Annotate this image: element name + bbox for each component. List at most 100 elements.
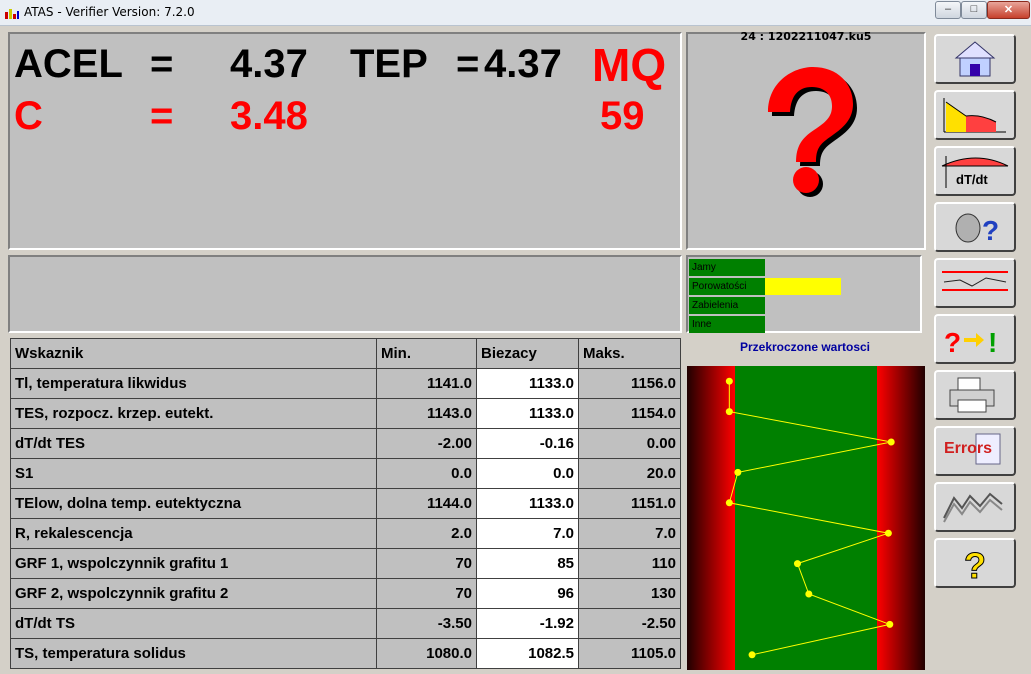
table-row: Tl, temperatura likwidus 1141.0 1133.0 1156… bbox=[10, 368, 681, 399]
table-row: TES, rozpocz. krzep. eutekt. 1143.0 1133.0… bbox=[10, 398, 681, 429]
row-max-cell: 130 bbox=[578, 578, 681, 609]
table-row: TS, temperatura solidus 1080.0 1082.5 1105.… bbox=[10, 638, 681, 669]
acel-value: 4.37 bbox=[230, 42, 308, 86]
row-max-cell: 7.0 bbox=[578, 518, 681, 549]
history-button[interactable] bbox=[934, 482, 1016, 532]
row-current-cell: 96 bbox=[476, 578, 579, 609]
c-eq: = bbox=[150, 94, 174, 138]
row-min-cell: 70 bbox=[376, 548, 477, 579]
header-name: Wskaznik bbox=[10, 338, 377, 369]
chart-point bbox=[725, 499, 733, 507]
chart-point bbox=[748, 651, 756, 659]
row-min-cell: 0.0 bbox=[376, 458, 477, 489]
defect-inne: Inne bbox=[689, 316, 765, 333]
limits-button[interactable] bbox=[934, 258, 1016, 308]
table-row: TElow, dolna temp. eutektyczna 1144.0 1133… bbox=[10, 488, 681, 519]
chart-point bbox=[805, 590, 813, 598]
svg-text:?: ? bbox=[982, 215, 999, 246]
maximize-button[interactable]: □ bbox=[961, 1, 987, 19]
row-max-cell: 1154.0 bbox=[578, 398, 681, 429]
message-panel bbox=[8, 255, 682, 333]
row-name-cell: TElow, dolna temp. eutektyczna bbox=[10, 488, 377, 519]
chart-point bbox=[734, 468, 742, 476]
mq-value: 59 bbox=[600, 94, 645, 138]
row-min-cell: 1143.0 bbox=[376, 398, 477, 429]
acel-label: ACEL bbox=[14, 42, 123, 86]
history-icon bbox=[943, 492, 1003, 523]
exceeded-values-chart bbox=[687, 366, 925, 670]
errors-button[interactable]: Errors bbox=[934, 426, 1016, 476]
chart-point bbox=[725, 408, 733, 416]
tep-eq: = bbox=[456, 42, 480, 86]
chart-point bbox=[887, 438, 895, 446]
svg-text:!: ! bbox=[988, 327, 997, 358]
results-table: Wskaznik Min. Biezacy Maks. Tl, temperat… bbox=[10, 338, 681, 669]
table-row: GRF 1, wspolczynnik grafitu 1 70 85 110 bbox=[10, 548, 681, 579]
defect-jamy: Jamy bbox=[689, 259, 765, 276]
table-header-row: Wskaznik Min. Biezacy Maks. bbox=[10, 338, 681, 369]
row-name-cell: GRF 1, wspolczynnik grafitu 1 bbox=[10, 548, 377, 579]
row-name-cell: Tl, temperatura likwidus bbox=[10, 368, 377, 399]
title-bar: ATAS - Verifier Version: 7.2.0 – □ ✕ bbox=[0, 0, 1031, 26]
svg-text:?: ? bbox=[964, 545, 986, 586]
row-max-cell: 1156.0 bbox=[578, 368, 681, 399]
chart-point bbox=[884, 529, 892, 537]
tep-label: TEP bbox=[350, 42, 428, 86]
row-current-cell: 7.0 bbox=[476, 518, 579, 549]
home-icon bbox=[954, 41, 996, 77]
chart-point bbox=[793, 560, 801, 568]
defect-zabielenia: Zabielenia bbox=[689, 297, 765, 314]
table-row: R, rekalescencja 2.0 7.0 7.0 bbox=[10, 518, 681, 549]
table-row: S1 0.0 0.0 20.0 bbox=[10, 458, 681, 489]
chart-point bbox=[725, 377, 733, 385]
row-max-cell: 1151.0 bbox=[578, 488, 681, 519]
derivative-button[interactable]: dT/dt bbox=[934, 146, 1016, 196]
home-button[interactable] bbox=[934, 34, 1016, 84]
curve-chart-button[interactable] bbox=[934, 90, 1016, 140]
app-icon bbox=[5, 9, 19, 19]
window-title: ATAS - Verifier Version: 7.2.0 bbox=[24, 5, 195, 19]
question-mark-icon bbox=[768, 67, 857, 197]
chart-point bbox=[886, 620, 894, 628]
row-name-cell: TES, rozpocz. krzep. eutekt. bbox=[10, 398, 377, 429]
row-min-cell: 1144.0 bbox=[376, 488, 477, 519]
c-label: C bbox=[14, 94, 43, 138]
file-label: 24 : 1202211047.ku5 bbox=[740, 30, 872, 43]
defect-porowatosci: Porowatości bbox=[689, 278, 841, 295]
row-current-cell: 85 bbox=[476, 548, 579, 579]
table-row: dT/dt TES -2.00 -0.16 0.00 bbox=[10, 428, 681, 459]
svg-text:?: ? bbox=[944, 327, 961, 358]
print-button[interactable] bbox=[934, 370, 1016, 420]
result-panel: 24 : 1202211047.ku5 bbox=[686, 30, 926, 250]
row-min-cell: -3.50 bbox=[376, 608, 477, 639]
row-min-cell: 1080.0 bbox=[376, 638, 477, 669]
close-button[interactable]: ✕ bbox=[987, 1, 1030, 19]
summary-panel: ACEL = 4.37 TEP = 4.37 MQ C = 3.48 59 bbox=[8, 32, 682, 250]
mq-label: MQ bbox=[592, 39, 667, 91]
question-arrow-icon: ? ! bbox=[944, 327, 997, 358]
header-max: Maks. bbox=[578, 338, 681, 369]
row-min-cell: 70 bbox=[376, 578, 477, 609]
printer-icon bbox=[949, 377, 995, 413]
check-button[interactable]: ? ! bbox=[934, 314, 1016, 364]
c-value: 3.48 bbox=[230, 94, 308, 138]
derivative-label: dT/dt bbox=[956, 172, 988, 187]
errors-label: Errors bbox=[944, 440, 993, 457]
tep-value: 4.37 bbox=[484, 42, 562, 86]
row-min-cell: -2.00 bbox=[376, 428, 477, 459]
row-current-cell: 1133.0 bbox=[476, 368, 579, 399]
row-max-cell: 0.00 bbox=[578, 428, 681, 459]
header-min: Min. bbox=[376, 338, 477, 369]
help-head-button[interactable]: ? bbox=[934, 202, 1016, 252]
head-question-icon: ? bbox=[955, 213, 999, 246]
help-button[interactable]: ? bbox=[934, 538, 1016, 588]
row-max-cell: 20.0 bbox=[578, 458, 681, 489]
minimize-button[interactable]: – bbox=[935, 1, 961, 19]
acel-eq: = bbox=[150, 42, 174, 86]
row-current-cell: 0.0 bbox=[476, 458, 579, 489]
row-max-cell: 1105.0 bbox=[578, 638, 681, 669]
row-max-cell: 110 bbox=[578, 548, 681, 579]
row-name-cell: GRF 2, wspolczynnik grafitu 2 bbox=[10, 578, 377, 609]
question-icon: ? bbox=[964, 545, 987, 587]
row-current-cell: 1133.0 bbox=[476, 488, 579, 519]
